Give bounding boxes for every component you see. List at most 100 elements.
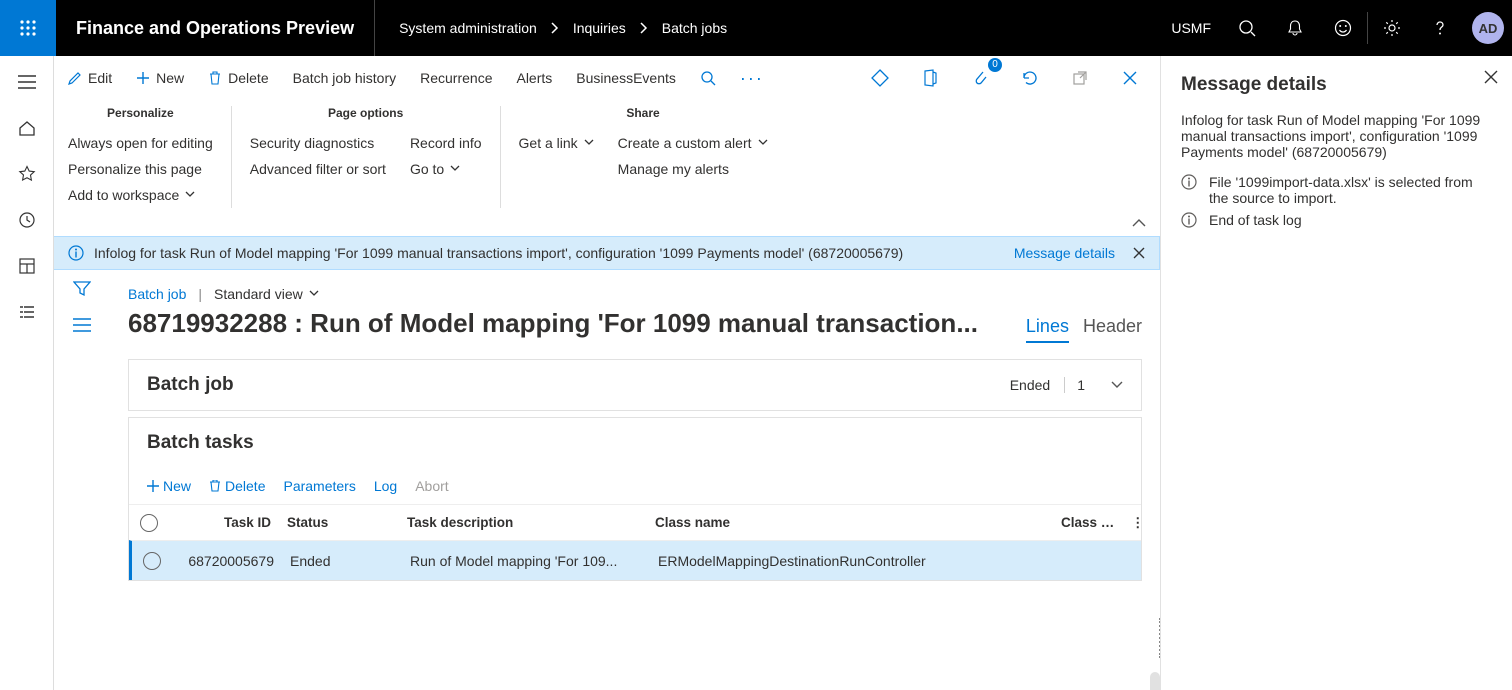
col-task-description[interactable]: Task description [399, 515, 647, 530]
close-form-button[interactable] [1114, 62, 1146, 94]
chevron-right-icon [551, 22, 559, 34]
open-office-button[interactable] [914, 62, 946, 94]
batch-job-history-button[interactable]: Batch job history [293, 70, 397, 86]
smiley-button[interactable] [1319, 0, 1367, 56]
message-details-panel: Message details Infolog for task Run of … [1160, 56, 1512, 690]
star-icon [18, 165, 36, 183]
col-class-description[interactable]: Class des [1053, 515, 1123, 530]
list-pane-button[interactable] [73, 318, 91, 332]
refresh-icon [1021, 69, 1039, 87]
company-selector[interactable]: USMF [1159, 0, 1223, 56]
left-nav-rail [0, 56, 54, 690]
related-info-button[interactable] [864, 62, 896, 94]
chevron-up-icon [1132, 218, 1146, 228]
close-panel-button[interactable] [1484, 70, 1498, 84]
favorites-button[interactable] [11, 158, 43, 190]
tab-lines[interactable]: Lines [1026, 316, 1069, 343]
modules-icon [18, 303, 36, 321]
manage-my-alerts[interactable]: Manage my alerts [618, 156, 768, 182]
modules-button[interactable] [11, 296, 43, 328]
home-icon [18, 119, 36, 137]
add-to-workspace[interactable]: Add to workspace [68, 182, 213, 208]
row-checkbox[interactable] [143, 552, 161, 570]
crumb-2[interactable]: Inquiries [573, 20, 626, 36]
top-bar: Finance and Operations Preview System ad… [0, 0, 1512, 56]
view-selector[interactable]: Standard view [214, 286, 319, 302]
waffle-icon [19, 19, 37, 37]
advanced-filter[interactable]: Advanced filter or sort [250, 156, 386, 182]
create-custom-alert[interactable]: Create a custom alert [618, 130, 768, 156]
workspaces-button[interactable] [11, 250, 43, 282]
log-line-1: File '1099import-data.xlsx' is selected … [1181, 174, 1492, 206]
help-button[interactable] [1416, 0, 1464, 56]
crumb-1[interactable]: System administration [399, 20, 537, 36]
personalize-this-page[interactable]: Personalize this page [68, 156, 213, 182]
new-button[interactable]: New [136, 70, 184, 86]
settings-button[interactable] [1368, 0, 1416, 56]
options-ribbon: Personalize Always open for editing Pers… [54, 100, 1160, 218]
col-class-name[interactable]: Class name [647, 515, 987, 530]
recurrence-button[interactable]: Recurrence [420, 70, 492, 86]
record-info[interactable]: Record info [410, 130, 482, 156]
grid-more-icon[interactable]: ⋮ [1123, 515, 1141, 531]
tab-header[interactable]: Header [1083, 316, 1142, 341]
security-diagnostics[interactable]: Security diagnostics [250, 130, 386, 156]
filter-button[interactable] [700, 70, 716, 86]
col-status[interactable]: Status [279, 515, 399, 530]
table-row[interactable]: 68720005679 Ended Run of Model mapping '… [129, 540, 1141, 580]
message-details-link[interactable]: Message details [1014, 245, 1115, 261]
app-launcher[interactable] [0, 0, 56, 56]
get-a-link[interactable]: Get a link [519, 130, 594, 156]
trash-icon [209, 480, 221, 492]
bell-icon [1286, 19, 1304, 37]
batch-tasks-grid: Task ID Status Task description Class na… [129, 504, 1141, 580]
expand-card[interactable] [1111, 381, 1123, 389]
tasks-log-button[interactable]: Log [374, 478, 397, 494]
chevron-down-icon [1111, 381, 1123, 389]
question-icon [1431, 19, 1449, 37]
batch-tasks-card: Batch tasks New Delete Parameters [128, 417, 1142, 581]
list-icon [73, 318, 91, 332]
office-icon [922, 69, 938, 87]
alerts-button[interactable]: Alerts [516, 70, 552, 86]
select-all-checkbox[interactable] [140, 514, 158, 532]
top-right: USMF AD [1159, 0, 1512, 56]
action-bar: Edit New Delete Batch job history Recurr… [54, 56, 1160, 100]
popout-icon [1072, 70, 1088, 86]
scrollbar[interactable] [1150, 672, 1160, 690]
crumb-3[interactable]: Batch jobs [662, 20, 727, 36]
recent-button[interactable] [11, 204, 43, 236]
attachments-button[interactable]: 0 [964, 62, 996, 94]
go-to[interactable]: Go to [410, 156, 482, 182]
more-commands[interactable]: ··· [740, 68, 764, 89]
notifications-button[interactable] [1271, 0, 1319, 56]
search-button[interactable] [1223, 0, 1271, 56]
page-title: 68719932288 : Run of Model mapping 'For … [128, 308, 1012, 339]
tasks-new-button[interactable]: New [147, 478, 191, 494]
tasks-parameters-button[interactable]: Parameters [283, 478, 355, 494]
cell-status: Ended [282, 553, 402, 569]
infolog-text: Infolog for task Run of Model mapping 'F… [94, 245, 903, 261]
close-icon [1484, 70, 1498, 84]
business-events-button[interactable]: BusinessEvents [576, 70, 676, 86]
delete-button[interactable]: Delete [208, 70, 268, 86]
tasks-delete-button[interactable]: Delete [209, 478, 265, 494]
batch-job-count: 1 [1064, 377, 1097, 393]
chevron-down-icon [309, 290, 319, 298]
user-avatar[interactable]: AD [1464, 0, 1512, 56]
info-icon [68, 245, 84, 261]
entity-link[interactable]: Batch job [128, 286, 186, 302]
pencil-icon [68, 71, 82, 85]
grid-header: Task ID Status Task description Class na… [129, 504, 1141, 540]
home-button[interactable] [11, 112, 43, 144]
edit-button[interactable]: Edit [68, 70, 112, 86]
collapse-ribbon[interactable] [1132, 218, 1146, 228]
close-infolog[interactable] [1133, 247, 1145, 259]
always-open-editing[interactable]: Always open for editing [68, 130, 213, 156]
hamburger-button[interactable] [11, 66, 43, 98]
refresh-button[interactable] [1014, 62, 1046, 94]
plus-icon [147, 480, 159, 492]
filter-pane-button[interactable] [73, 280, 91, 298]
col-task-id[interactable]: Task ID [169, 515, 279, 530]
popout-button[interactable] [1064, 62, 1096, 94]
